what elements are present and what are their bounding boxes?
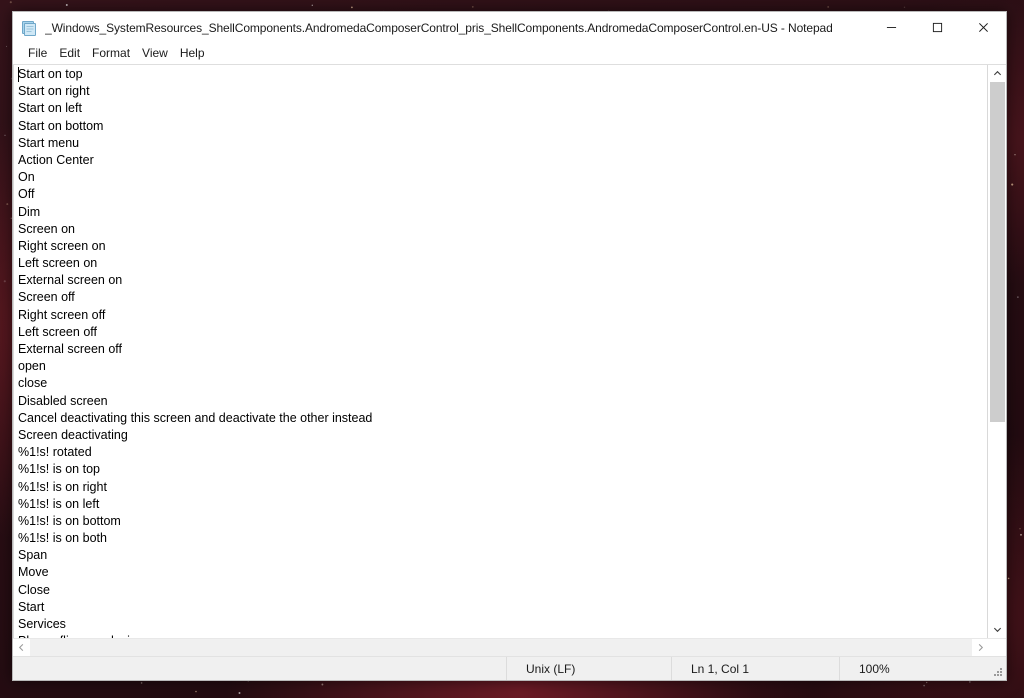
chevron-right-icon xyxy=(978,643,984,652)
text-line: Cancel deactivating this screen and deac… xyxy=(18,410,373,425)
text-line: Screen on xyxy=(18,221,75,236)
notepad-window: _Windows_SystemResources_ShellComponents… xyxy=(12,11,1007,681)
vertical-scroll-track[interactable] xyxy=(989,82,1006,621)
notepad-icon xyxy=(22,20,36,36)
text-line: Start on top xyxy=(18,67,83,81)
status-bar: Unix (LF) Ln 1, Col 1 100% xyxy=(13,656,1006,680)
resize-grip-icon[interactable] xyxy=(991,666,1003,678)
horizontal-scroll-track[interactable] xyxy=(30,639,972,656)
vertical-scrollbar[interactable] xyxy=(988,65,1006,638)
text-line: External screen off xyxy=(18,342,122,356)
text-line: %1!s! is on right xyxy=(18,479,107,494)
title-bar[interactable]: _Windows_SystemResources_ShellComponents… xyxy=(13,12,1006,43)
vertical-scroll-thumb[interactable] xyxy=(990,82,1005,422)
minimize-button[interactable] xyxy=(868,12,914,43)
text-line: close xyxy=(18,376,48,391)
text-line: Right screen off xyxy=(18,307,106,322)
text-content: Start on top Start on right Start on left S… xyxy=(18,66,987,638)
text-line: Start on left xyxy=(18,101,82,116)
text-line: Start xyxy=(18,599,45,614)
close-icon xyxy=(978,23,988,32)
text-line: Start menu xyxy=(18,135,80,150)
text-line: Span xyxy=(18,548,48,563)
menu-item-help[interactable]: Help xyxy=(174,43,211,63)
status-bar-spacer xyxy=(13,657,506,680)
text-line: Start on bottom xyxy=(18,118,104,133)
status-zoom-level: 100% xyxy=(839,657,999,680)
menu-item-format[interactable]: Format xyxy=(86,43,136,63)
text-line: Screen off xyxy=(18,290,75,305)
menu-item-file[interactable]: File xyxy=(22,43,53,63)
text-line: %1!s! is on both xyxy=(18,531,107,546)
text-editor[interactable]: Start on top Start on right Start on left S… xyxy=(13,65,988,638)
text-line: Please flip your device. xyxy=(18,633,987,638)
chevron-left-icon xyxy=(18,643,24,652)
text-line: Close xyxy=(18,582,50,597)
text-line: %1!s! is on bottom xyxy=(18,513,121,528)
minimize-icon xyxy=(886,27,896,28)
chevron-down-icon xyxy=(993,627,1002,633)
text-line: Start on right xyxy=(18,84,90,99)
scroll-right-button[interactable] xyxy=(972,639,989,656)
window-title: _Windows_SystemResources_ShellComponents… xyxy=(45,20,833,35)
text-line: Dim xyxy=(18,204,41,219)
status-cursor-position: Ln 1, Col 1 xyxy=(671,657,839,680)
editor-area: Start on top Start on right Start on left S… xyxy=(13,64,1006,638)
maximize-icon xyxy=(932,22,942,33)
horizontal-scrollbar[interactable] xyxy=(13,638,1006,656)
menu-item-view[interactable]: View xyxy=(136,43,174,63)
text-line: %1!s! rotated xyxy=(18,445,92,460)
text-line: Left screen off xyxy=(18,324,97,339)
text-line: %1!s! is on left xyxy=(18,496,100,511)
text-line: Off xyxy=(18,187,35,202)
text-line: On xyxy=(18,170,35,185)
menu-bar: File Edit Format View Help xyxy=(13,43,1006,64)
text-line: Action Center xyxy=(18,152,94,167)
text-line: open xyxy=(18,359,46,374)
horizontal-scroll-thumb[interactable] xyxy=(30,640,972,655)
text-line: External screen on xyxy=(18,273,123,288)
text-line: Right screen on xyxy=(18,238,106,253)
scroll-up-button[interactable] xyxy=(989,65,1006,82)
close-button[interactable] xyxy=(960,12,1006,43)
text-line: Screen deactivating xyxy=(18,427,128,442)
text-line: Left screen on xyxy=(18,256,98,271)
text-line: %1!s! is on top xyxy=(18,462,100,477)
scroll-left-button[interactable] xyxy=(13,639,30,656)
chevron-up-icon xyxy=(993,70,1002,76)
menu-item-edit[interactable]: Edit xyxy=(53,43,86,63)
scrollbar-corner xyxy=(989,639,1006,656)
scroll-down-button[interactable] xyxy=(989,621,1006,638)
maximize-button[interactable] xyxy=(914,12,960,43)
text-line: Disabled screen xyxy=(18,393,108,408)
status-encoding: Unix (LF) xyxy=(506,657,671,680)
text-line: Move xyxy=(18,565,49,580)
text-line: Services xyxy=(18,617,66,631)
